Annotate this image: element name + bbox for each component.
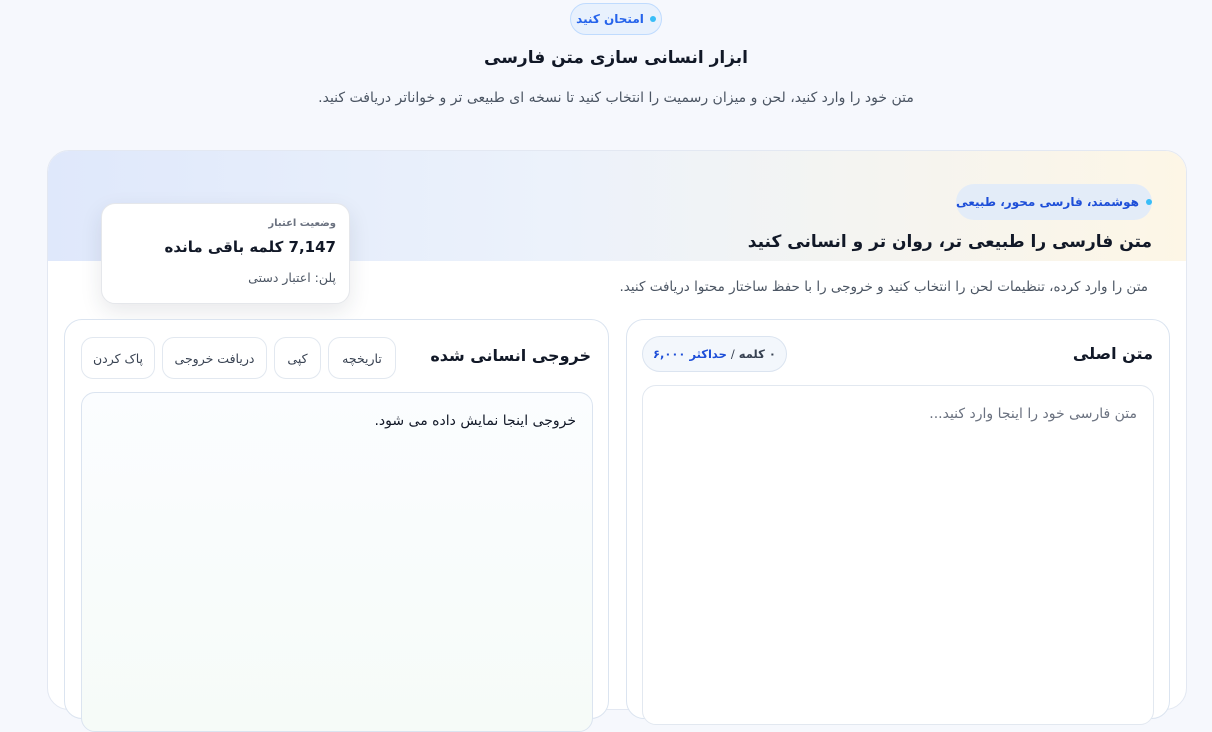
copy-button[interactable]: کپی [274, 337, 321, 379]
credit-remaining: 7,147 کلمه باقی مانده [164, 238, 336, 256]
output-panel: خروجی انسانی شده تاریخچه کپی دریافت خروج… [64, 319, 609, 732]
output-placeholder-text: خروجی اینجا نمایش داده می شود. [374, 413, 576, 429]
page-title: ابزار انسانی سازی متن فارسی [484, 48, 748, 68]
credit-status-label: وضعیت اعتبار [268, 218, 336, 229]
input-panel-title: متن اصلی [1072, 344, 1153, 363]
status-dot-icon [649, 16, 656, 22]
page-subtitle: متن خود را وارد کنید، لحن و میزان رسمیت … [318, 90, 914, 106]
feature-badge: هوشمند، فارسی محور، طبیعی [956, 184, 1152, 220]
input-text-box [642, 385, 1154, 725]
credit-status-card: وضعیت اعتبار 7,147 کلمه باقی مانده پلن: … [101, 203, 350, 304]
word-count-separator: / [730, 347, 735, 361]
history-button[interactable]: تاریخچه [328, 337, 396, 379]
try-it-badge: امتحان کنید [570, 3, 662, 35]
try-it-badge-label: امتحان کنید [576, 12, 644, 26]
word-count-pill: ۰ کلمه / حداکثر ۶,۰۰۰ [642, 336, 787, 372]
card-title: متن فارسی را طبیعی تر، روان تر و انسانی … [747, 232, 1152, 252]
output-text-box[interactable]: خروجی اینجا نمایش داده می شود. [81, 392, 593, 732]
output-panel-title: خروجی انسانی شده [430, 346, 591, 365]
clear-button[interactable]: پاک کردن [81, 337, 155, 379]
feature-badge-label: هوشمند، فارسی محور، طبیعی [956, 195, 1139, 209]
word-count: ۰ کلمه [738, 347, 776, 361]
word-limit: حداکثر ۶,۰۰۰ [653, 347, 727, 361]
input-panel: متن اصلی ۰ کلمه / حداکثر ۶,۰۰۰ [626, 319, 1170, 725]
feature-dot-icon [1145, 199, 1152, 205]
download-output-button[interactable]: دریافت خروجی [162, 337, 267, 379]
card-description: متن را وارد کرده، تنظیمات لحن را انتخاب … [619, 279, 1148, 295]
credit-plan: پلن: اعتبار دستی [248, 270, 336, 285]
input-textarea[interactable] [643, 386, 1153, 724]
